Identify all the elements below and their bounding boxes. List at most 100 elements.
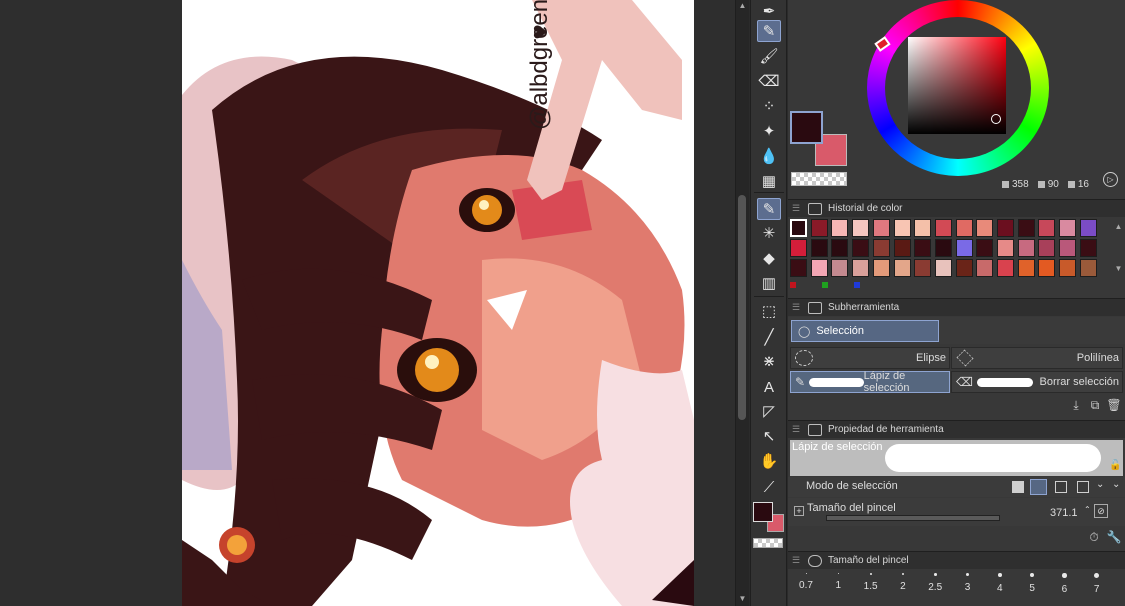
color-history-swatch[interactable] [852,259,870,277]
magic-wand-icon[interactable]: ✳ [757,222,781,244]
new-subtool-icon[interactable]: ⧉ [1087,397,1103,413]
main-color-swatch[interactable] [790,111,823,144]
color-history-swatch[interactable] [852,239,870,257]
pen-icon[interactable]: ✒ [757,0,781,22]
subtool-group-tab[interactable]: ◯ Selección [791,320,939,342]
color-history-swatch[interactable] [1017,219,1035,237]
brush-size-value[interactable]: 371.1 [1050,507,1078,519]
brush-size-preset[interactable]: 3 [953,573,983,593]
color-history-swatch[interactable] [955,219,973,237]
brush-icon[interactable]: 🖌 [757,45,781,67]
grip-icon[interactable]: ☰ [792,302,802,313]
color-history-swatch[interactable] [914,259,932,277]
subtool-item-selection-pen[interactable]: ✎ Lápiz de selección [790,370,950,394]
color-history-swatch[interactable] [955,239,973,257]
color-history-swatch[interactable] [997,239,1014,257]
stepper-icon[interactable]: ⌃ [1084,505,1091,514]
color-history-swatch[interactable] [1038,239,1056,257]
scroll-thumb[interactable] [738,195,746,420]
grid-icon[interactable]: ▦ [757,170,781,192]
color-history-swatch[interactable] [976,259,994,277]
grip-icon[interactable]: ☰ [792,203,802,214]
operation-icon[interactable]: ⬚ [757,300,781,322]
brush-size-header[interactable]: ☰ Tamaño del pincel [788,551,1125,569]
scroll-up-icon[interactable]: ▲ [738,1,747,10]
eyedropper-icon[interactable]: ⟋ [757,476,781,498]
color-history-swatch[interactable] [914,219,932,237]
eraser-icon[interactable]: ⌫ [757,70,781,92]
color-history-swatch[interactable] [976,219,994,237]
blend-icon[interactable]: 💧 [757,145,781,167]
color-history-swatch[interactable] [810,239,828,257]
lock-icon[interactable]: 🔓 [1109,460,1121,471]
grip-icon[interactable]: ☰ [792,555,802,566]
color-history-swatch[interactable] [1017,259,1035,277]
decoration-icon[interactable]: ✦ [757,120,781,142]
text-icon[interactable]: A [757,376,781,398]
color-history-swatch[interactable] [831,239,849,257]
color-history-swatch[interactable] [1059,219,1077,237]
copy-subtool-icon[interactable]: ⤓ [1068,397,1084,413]
balloon-icon[interactable]: ◸ [757,400,781,422]
scroll-down-icon[interactable]: ▼ [738,594,747,603]
color-history-swatch[interactable] [810,259,828,277]
color-history-swatch[interactable] [1038,219,1056,237]
subtool-item-erase-selection[interactable]: ⌫ Borrar selección [951,371,1123,393]
brush-size-preset[interactable]: 2.5 [920,573,950,593]
brush-size-preset[interactable]: 6 [1049,573,1079,595]
color-history-swatch[interactable] [790,239,807,257]
color-history-swatch[interactable] [934,219,952,237]
brush-size-preset[interactable]: 2 [888,573,918,592]
subtool-item-ellipse[interactable]: Elipse [790,347,950,369]
mode-intersect-icon[interactable] [1077,481,1089,493]
color-history-swatch[interactable] [955,259,973,277]
color-history-swatch[interactable] [976,239,994,257]
color-history-swatch[interactable] [790,259,807,277]
subtool-item-polyline[interactable]: Polilínea [951,347,1123,369]
color-history-swatch[interactable] [1017,239,1035,257]
brush-size-preset[interactable]: 1 [823,573,853,591]
brush-size-slider[interactable] [826,515,1000,521]
color-history-swatch[interactable] [934,259,952,277]
tool-property-header[interactable]: ☰ Propiedad de herramienta [788,420,1125,438]
hand-icon[interactable]: ✋ [757,450,781,472]
brush-size-preset[interactable]: 0.7 [791,573,821,591]
color-history-swatch[interactable] [997,259,1014,277]
color-history-swatch[interactable] [893,259,911,277]
delete-subtool-icon[interactable]: 🗑 [1106,397,1122,413]
pattern-icon[interactable]: ⋇ [757,350,781,372]
color-mode-toggle-icon[interactable]: ▷ [1103,172,1118,187]
color-history-swatch[interactable] [810,219,828,237]
color-history-swatch[interactable] [1079,239,1097,257]
sv-marker[interactable] [991,114,1001,124]
color-history-swatch[interactable] [831,219,849,237]
color-history-swatch[interactable] [1059,259,1077,277]
move-layer-icon[interactable]: ↖ [757,425,781,447]
mode-new-icon[interactable] [1012,481,1024,493]
brush-size-preset[interactable]: 7 [1082,573,1112,595]
reset-icon[interactable]: ⏱ [1086,529,1102,545]
brush-size-preset[interactable]: 4 [985,573,1015,594]
tool-transparent-color[interactable] [753,538,783,548]
color-history-swatch[interactable] [872,219,890,237]
chevron-down-icon[interactable]: ⌄ [1112,479,1120,490]
gradient-icon[interactable]: ▥ [757,272,781,294]
color-history-swatch[interactable] [1059,239,1077,257]
spray-icon[interactable]: ⁘ [757,95,781,117]
transparent-color-swatch[interactable] [791,172,847,186]
chevron-down-icon[interactable]: ⌄ [1096,479,1104,490]
color-history-swatch[interactable] [934,239,952,257]
color-history-swatch[interactable] [914,239,932,257]
color-history-swatch[interactable] [893,219,911,237]
color-history-swatch[interactable] [1079,259,1097,277]
fill-icon[interactable]: ◆ [757,247,781,269]
wrench-icon[interactable]: 🔧 [1106,529,1122,545]
mode-subtract-icon[interactable] [1055,481,1067,493]
brush-size-preset[interactable]: 5 [1017,573,1047,594]
color-history-swatch[interactable] [1079,219,1097,237]
tool-main-color[interactable] [753,502,773,522]
subtool-header[interactable]: ☰ Subherramienta [788,298,1125,316]
expand-icon[interactable]: + [794,506,804,516]
color-history-swatch[interactable] [852,219,870,237]
link-icon[interactable]: ⊘ [1094,504,1108,518]
